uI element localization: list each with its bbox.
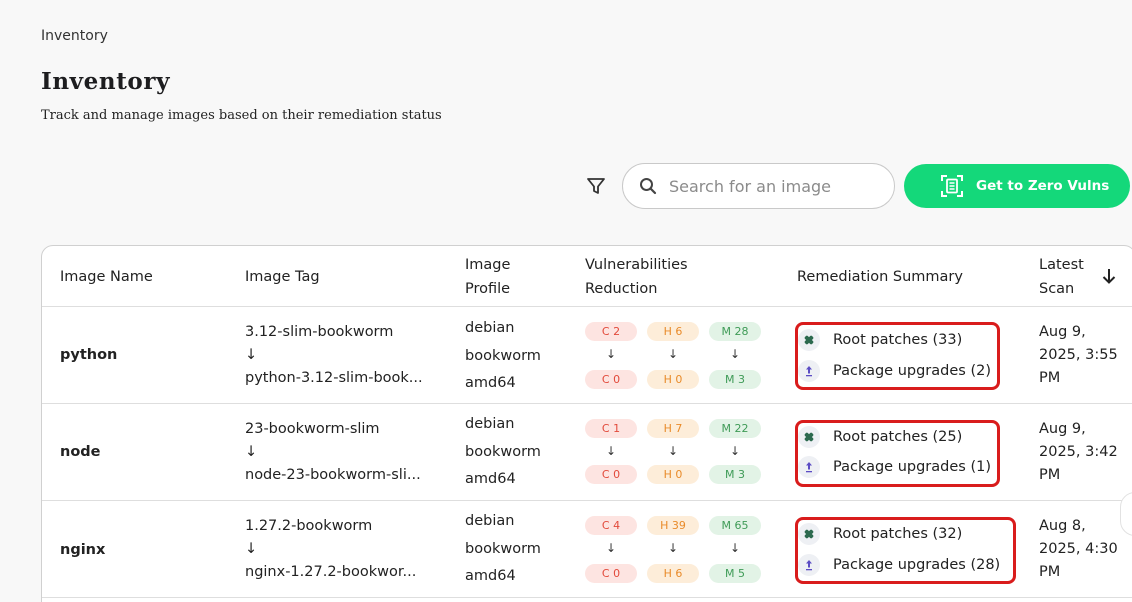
column-header-image-tag[interactable]: Image Tag (245, 265, 320, 289)
critical-before-badge: C 1 (585, 419, 637, 438)
get-to-zero-vulns-button[interactable]: Get to Zero Vulns (904, 164, 1130, 208)
critical-after-badge: C 0 (585, 564, 637, 583)
search-icon (640, 178, 657, 195)
table-row[interactable]: python 3.12-slim-bookworm ↓ python-3.12-… (42, 307, 1132, 404)
table-header: Image Name Image Tag Image Profile Vulne… (42, 246, 1132, 307)
package-upgrades-item[interactable]: Package upgrades (2) (798, 360, 991, 382)
sort-descending-icon[interactable] (1100, 267, 1118, 285)
patch-icon (798, 426, 820, 448)
latest-scan: Aug 8, 2025, 4:30 PM (1039, 518, 1118, 580)
high-before-badge: H 7 (647, 419, 699, 438)
arrow-down-icon: ↓ (667, 347, 679, 361)
arrow-down-icon: ↓ (245, 541, 258, 557)
medium-after-badge: M 3 (709, 465, 761, 484)
medium-after-badge: M 5 (709, 564, 761, 583)
page-title: Inventory (41, 68, 171, 95)
high-before-badge: H 39 (647, 516, 699, 535)
cta-label: Get to Zero Vulns (976, 178, 1110, 194)
image-profile: debian bookworm amd64 (465, 513, 541, 584)
critical-before-badge: C 2 (585, 322, 637, 341)
image-name[interactable]: node (60, 444, 101, 460)
upgrade-icon (798, 456, 820, 478)
image-profile: debian bookworm amd64 (465, 320, 541, 391)
arrow-down-icon: ↓ (245, 444, 258, 460)
filter-button[interactable] (583, 173, 609, 199)
critical-before-badge: C 4 (585, 516, 637, 535)
column-header-latest-scan[interactable]: Latest Scan (1039, 253, 1084, 301)
arrow-down-icon: ↓ (667, 444, 679, 458)
image-name[interactable]: python (60, 347, 117, 363)
image-name[interactable]: nginx (60, 542, 105, 558)
arrow-down-icon: ↓ (729, 347, 741, 361)
medium-before-badge: M 28 (709, 322, 761, 341)
root-patches-item[interactable]: Root patches (25) (798, 426, 962, 448)
medium-before-badge: M 22 (709, 419, 761, 438)
upgrade-icon (798, 360, 820, 382)
arrow-down-icon: ↓ (667, 541, 679, 555)
arrow-down-icon: ↓ (729, 444, 741, 458)
high-before-badge: H 6 (647, 322, 699, 341)
medium-after-badge: M 3 (709, 370, 761, 389)
arrow-down-icon: ↓ (729, 541, 741, 555)
table-row[interactable]: nginx 1.27.2-bookworm ↓ nginx-1.27.2-boo… (42, 501, 1132, 598)
breadcrumb[interactable]: Inventory (41, 28, 108, 44)
image-tag: 23-bookworm-slim ↓ node-23-bookworm-sli.… (245, 421, 421, 483)
medium-before-badge: M 65 (709, 516, 761, 535)
arrow-down-icon: ↓ (605, 541, 617, 555)
image-profile: debian bookworm amd64 (465, 416, 541, 487)
critical-after-badge: C 0 (585, 370, 637, 389)
package-upgrades-item[interactable]: Package upgrades (1) (798, 456, 991, 478)
critical-after-badge: C 0 (585, 465, 637, 484)
arrow-down-icon: ↓ (245, 347, 258, 363)
latest-scan: Aug 9, 2025, 3:55 PM (1039, 324, 1118, 386)
image-tag: 1.27.2-bookworm ↓ nginx-1.27.2-bookwor..… (245, 518, 417, 580)
patch-icon (798, 329, 820, 351)
upgrade-icon (798, 554, 820, 576)
column-header-vulnerabilities-reduction[interactable]: Vulnerabilities Reduction (585, 253, 688, 301)
latest-scan: Aug 9, 2025, 3:42 PM (1039, 421, 1118, 483)
filter-icon (587, 178, 605, 194)
arrow-down-icon: ↓ (605, 347, 617, 361)
inventory-table: Image Name Image Tag Image Profile Vulne… (41, 245, 1132, 602)
image-tag: 3.12-slim-bookworm ↓ python-3.12-slim-bo… (245, 324, 423, 386)
search-box[interactable] (622, 163, 895, 209)
column-header-image-profile[interactable]: Image Profile (465, 253, 510, 301)
column-header-image-name[interactable]: Image Name (60, 265, 153, 289)
table-row[interactable]: node 23-bookworm-slim ↓ node-23-bookworm… (42, 404, 1132, 501)
package-upgrades-item[interactable]: Package upgrades (28) (798, 554, 1000, 576)
high-after-badge: H 6 (647, 564, 699, 583)
search-input[interactable] (669, 176, 869, 196)
patch-icon (798, 523, 820, 545)
scan-icon (941, 175, 963, 197)
arrow-down-icon: ↓ (605, 444, 617, 458)
root-patches-item[interactable]: Root patches (33) (798, 329, 962, 351)
page-subtitle: Track and manage images based on their r… (41, 108, 442, 123)
high-after-badge: H 0 (647, 465, 699, 484)
root-patches-item[interactable]: Root patches (32) (798, 523, 962, 545)
column-header-remediation-summary[interactable]: Remediation Summary (797, 265, 963, 289)
scroll-handle[interactable] (1120, 492, 1132, 536)
high-after-badge: H 0 (647, 370, 699, 389)
